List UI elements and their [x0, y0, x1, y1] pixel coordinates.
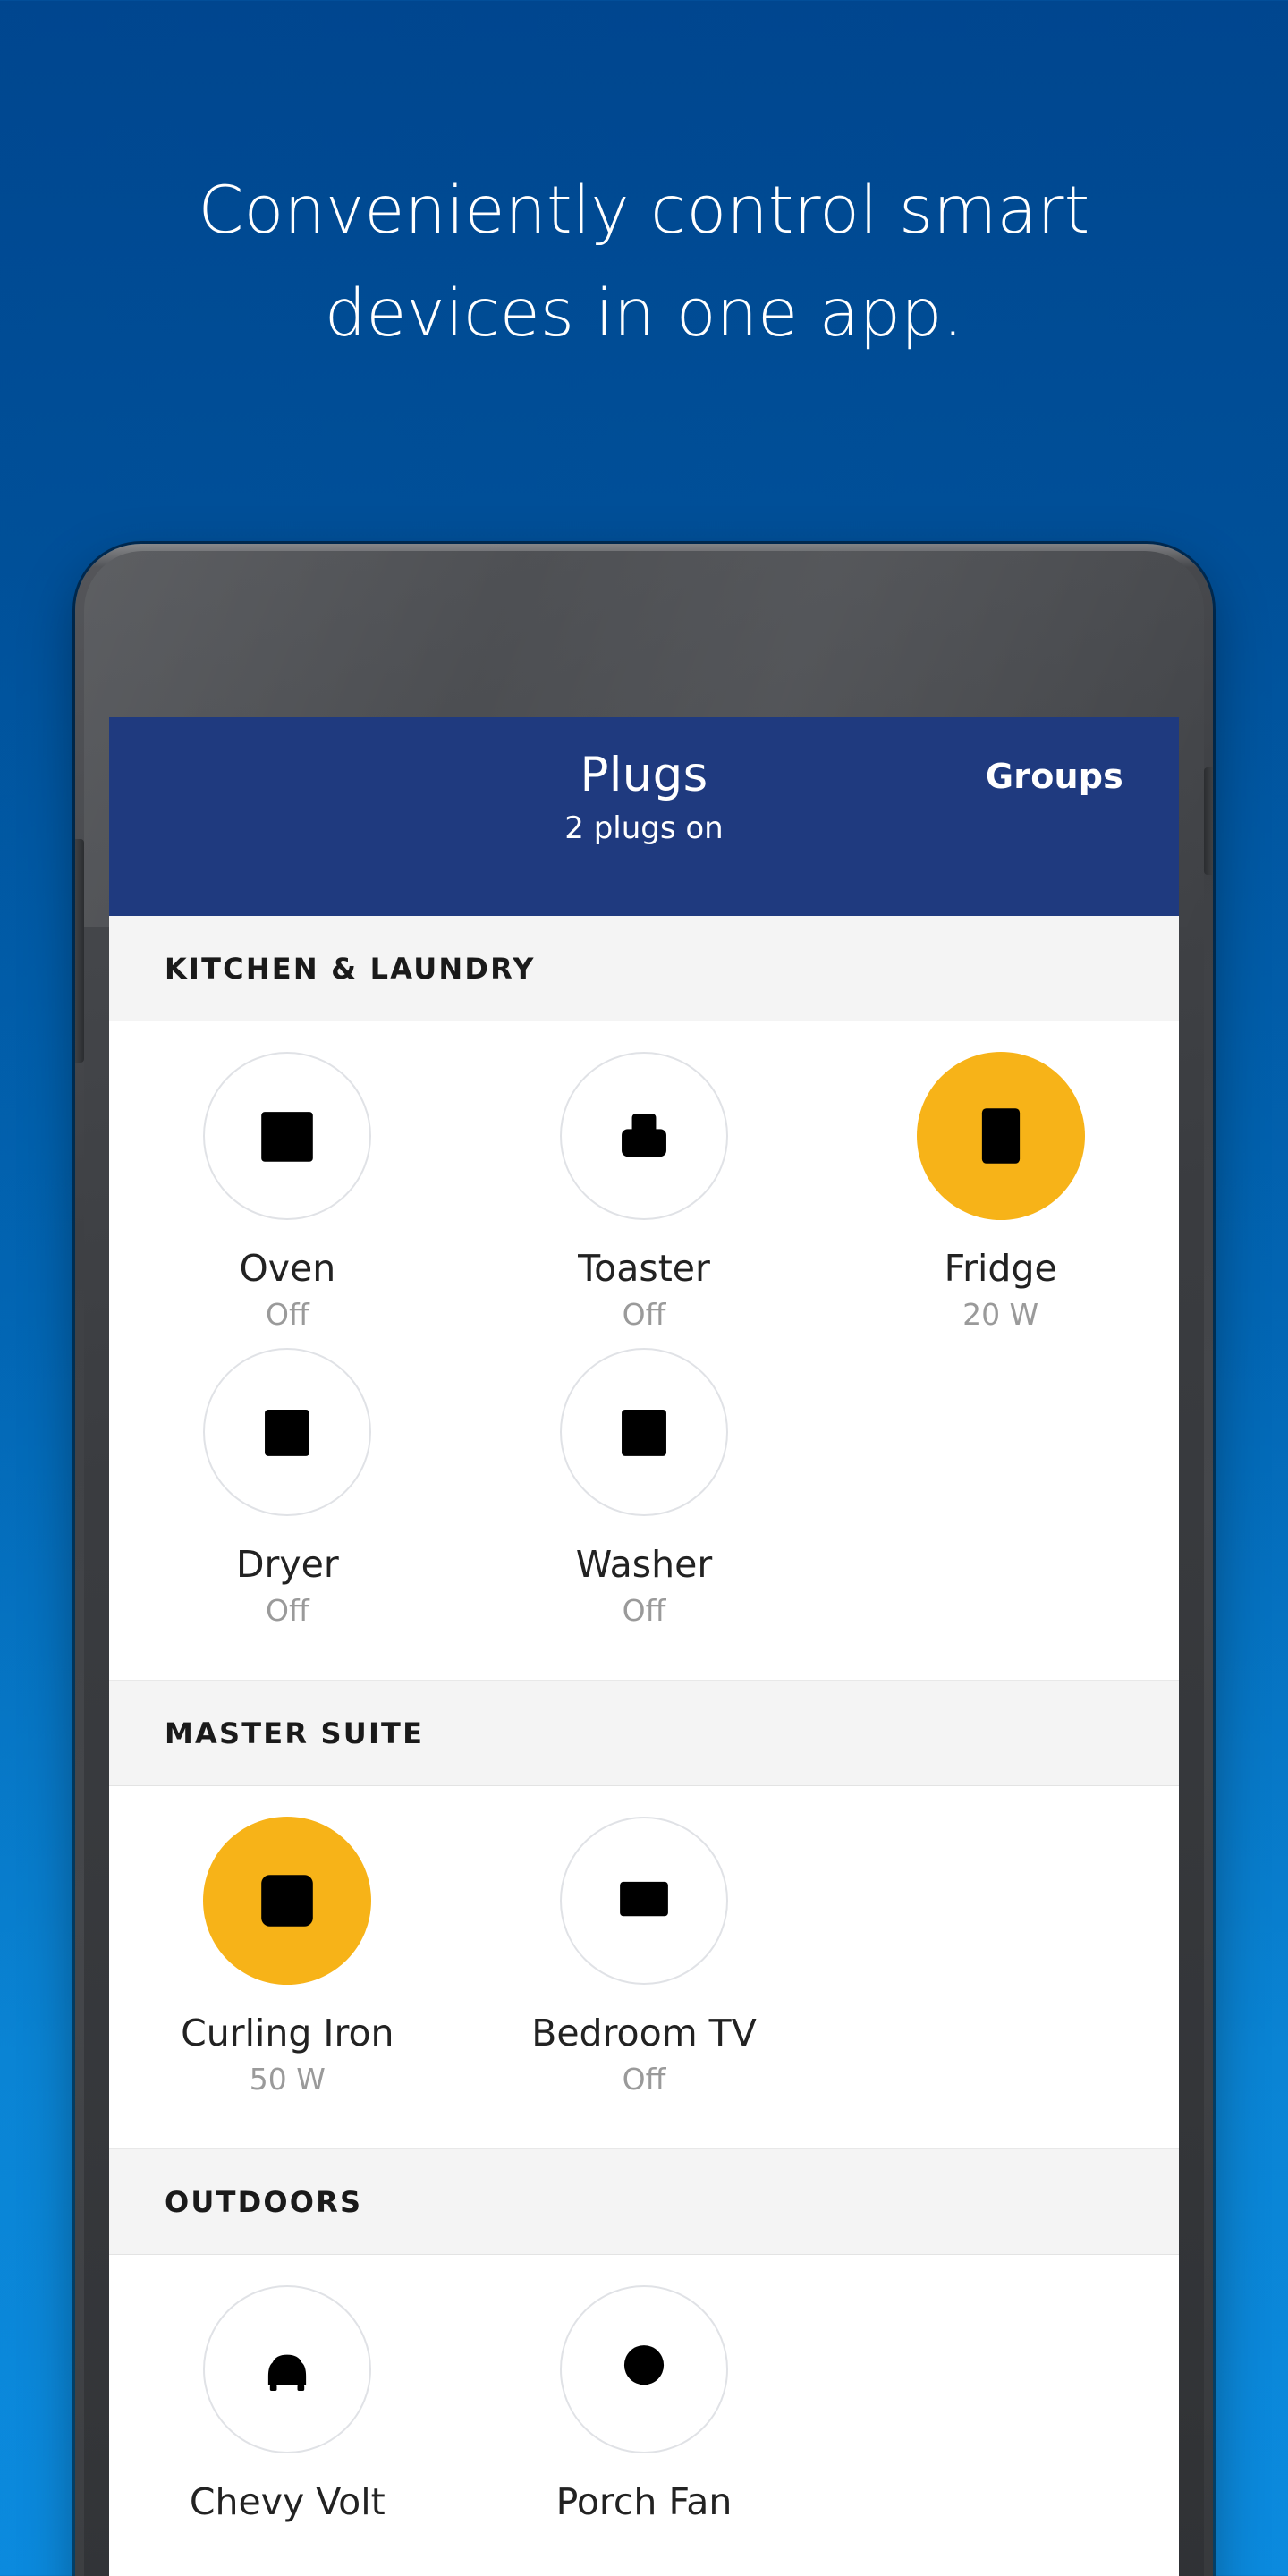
device-tile[interactable]: Washer Off — [466, 1348, 823, 1628]
device-toggle-button[interactable] — [559, 1348, 728, 1516]
tv-icon — [601, 1858, 687, 1944]
device-grid: Chevy Volt Porch Fan — [109, 2285, 1179, 2546]
fan-icon — [601, 2326, 687, 2412]
oven-icon — [244, 1093, 330, 1179]
device-sections: KITCHEN & LAUNDRY Oven Off Toaster Off Fridge… — [109, 916, 1179, 2576]
section-header: MASTER SUITE — [109, 1681, 1179, 1786]
device-status: 50 W — [249, 2062, 326, 2097]
device-name: Dryer — [235, 1543, 339, 1586]
device-name: Oven — [239, 1247, 336, 1290]
phone-mockup: Plugs 2 plugs on Groups KITCHEN & LAUNDR… — [75, 544, 1213, 2576]
app-bar: Plugs 2 plugs on Groups — [109, 717, 1179, 916]
device-toggle-button[interactable] — [203, 1052, 372, 1220]
device-tile[interactable]: Fridge 20 W — [822, 1052, 1179, 1332]
device-status: Off — [265, 1593, 309, 1628]
device-status: 20 W — [962, 1297, 1039, 1332]
device-toggle-button[interactable] — [559, 2285, 728, 2453]
device-toggle-button[interactable] — [203, 1348, 372, 1516]
device-toggle-button[interactable] — [203, 1817, 372, 1985]
power-button[interactable] — [1204, 767, 1213, 875]
section-body: Chevy Volt Porch Fan — [109, 2255, 1179, 2576]
device-tile[interactable]: Curling Iron 50 W — [109, 1817, 466, 2097]
promo-headline: Conveniently control smart devices in on… — [0, 159, 1288, 365]
device-toggle-button[interactable] — [203, 2285, 372, 2453]
device-toggle-button[interactable] — [916, 1052, 1085, 1220]
outlet-icon — [244, 1858, 330, 1944]
device-status: Off — [622, 1593, 666, 1628]
device-toggle-button[interactable] — [559, 1052, 728, 1220]
device-name: Bedroom TV — [531, 2012, 757, 2055]
device-tile[interactable]: Oven Off — [109, 1052, 466, 1332]
device-toggle-button[interactable] — [559, 1817, 728, 1985]
device-status: Off — [265, 1297, 309, 1332]
device-status: Off — [622, 1297, 666, 1332]
dryer-icon — [244, 1389, 330, 1475]
device-grid: Oven Off Toaster Off Fridge 20 W Dryer Off Washe… — [109, 1052, 1179, 1644]
device-name: Toaster — [578, 1247, 710, 1290]
section-header: OUTDOORS — [109, 2149, 1179, 2255]
device-name: Porch Fan — [555, 2480, 733, 2523]
device-name: Washer — [575, 1543, 713, 1586]
device-tile[interactable]: Porch Fan — [466, 2285, 823, 2530]
section-header: KITCHEN & LAUNDRY — [109, 916, 1179, 1021]
section-body: Curling Iron 50 W Bedroom TV Off — [109, 1786, 1179, 2148]
device-tile[interactable]: Dryer Off — [109, 1348, 466, 1628]
plugs-on-count: 2 plugs on — [564, 810, 724, 846]
volume-button[interactable] — [75, 839, 84, 1063]
groups-button[interactable]: Groups — [986, 757, 1123, 796]
device-tile[interactable]: Bedroom TV Off — [466, 1817, 823, 2097]
device-name: Chevy Volt — [189, 2480, 386, 2523]
section-body: Oven Off Toaster Off Fridge 20 W Dryer Off Washe… — [109, 1021, 1179, 1680]
device-grid: Curling Iron 50 W Bedroom TV Off — [109, 1817, 1179, 2113]
device-status: Off — [622, 2062, 666, 2097]
washer-icon — [601, 1389, 687, 1475]
toaster-icon — [601, 1093, 687, 1179]
phone-screen: Plugs 2 plugs on Groups KITCHEN & LAUNDR… — [109, 717, 1179, 2576]
device-tile[interactable]: Chevy Volt — [109, 2285, 466, 2530]
promo-headline-line2: devices in one app. — [324, 275, 964, 352]
device-tile[interactable]: Toaster Off — [466, 1052, 823, 1332]
device-name: Curling Iron — [181, 2012, 394, 2055]
promo-headline-line1: Conveniently control smart — [198, 173, 1090, 249]
electric-car-icon — [244, 2326, 330, 2412]
device-name: Fridge — [944, 1247, 1057, 1290]
fridge-icon — [958, 1093, 1044, 1179]
